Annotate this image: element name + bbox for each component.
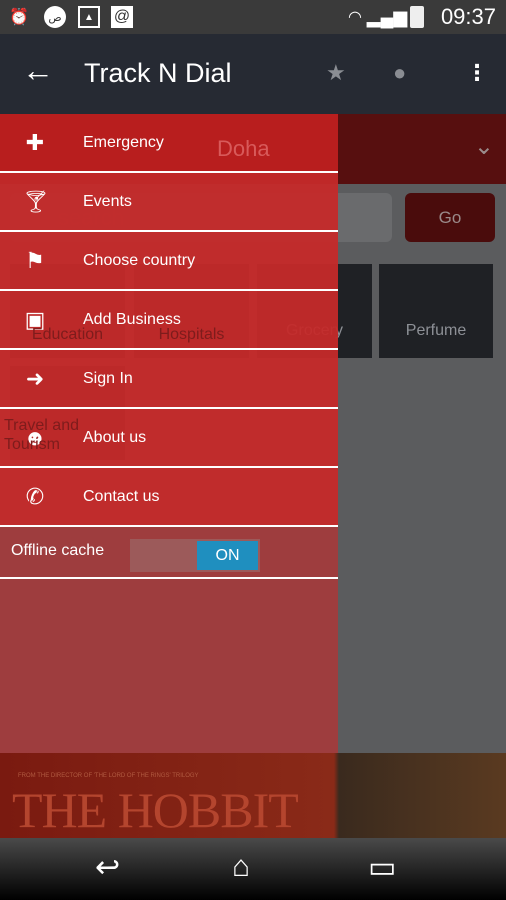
cocktail-icon: 🍸︎ [22, 189, 50, 214]
app-title: Track N Dial [84, 58, 232, 88]
drawer-item-add-business[interactable]: ▣ Add Business [0, 291, 338, 350]
drawer-item-contact-us[interactable]: ✆ Contact us [0, 468, 338, 527]
battery-icon [410, 6, 424, 28]
drawer-item-sign-in[interactable]: ➜ Sign In [0, 350, 338, 409]
navigation-drawer: ✚ Emergency 🍸︎ Events ⚑ Choose country ▣ Add… [0, 114, 338, 753]
offline-cache-toggle[interactable]: ON [130, 539, 260, 572]
star-icon[interactable]: ★ [326, 60, 346, 86]
signal-icon: ▂▄▆ [366, 6, 408, 27]
ad-banner[interactable]: FROM THE DIRECTOR OF 'THE LORD OF THE RI… [0, 753, 506, 838]
drawer-item-label: Events [83, 193, 132, 210]
money-icon: ▣ [24, 307, 46, 332]
offline-cache-row: Offline cache ON [0, 527, 338, 579]
drawer-item-choose-country[interactable]: ⚑ Choose country [0, 232, 338, 291]
drawer-item-label: Contact us [83, 488, 160, 505]
offline-cache-label: Offline cache [11, 542, 105, 559]
image-icon: ▲ [78, 6, 100, 28]
chevron-down-icon[interactable]: ⌄ [474, 132, 494, 161]
drawer-item-emergency[interactable]: ✚ Emergency [0, 114, 338, 173]
sign-in-icon: ➜ [25, 366, 45, 391]
toggle-state: ON [197, 541, 258, 570]
system-nav-bar: ↩ ⌂ ▭ [0, 838, 506, 900]
nav-home-icon[interactable]: ⌂ [232, 850, 250, 884]
alarm-icon: ⏰ [9, 9, 29, 26]
banner-tagline: FROM THE DIRECTOR OF 'THE LORD OF THE RI… [18, 773, 199, 779]
back-arrow-icon[interactable]: ← [22, 52, 54, 89]
user-icon: ☻ [23, 425, 47, 450]
drawer-item-label: Add Business [83, 311, 181, 328]
arabic-keyboard-icon: ص [44, 6, 66, 28]
nav-recents-icon[interactable]: ▭ [368, 850, 396, 885]
drawer-item-label: Emergency [83, 134, 164, 151]
clock: 09:37 [440, 4, 496, 29]
banner-title: THE HOBBIT [12, 782, 299, 838]
ambulance-icon: ✚ [25, 130, 45, 155]
overflow-menu-icon[interactable]: ⋮ [466, 60, 488, 86]
drawer-item-label: About us [83, 429, 147, 446]
drawer-item-events[interactable]: 🍸︎ Events [0, 173, 338, 232]
drawer-item-label: Sign In [83, 370, 133, 387]
category-perfume[interactable]: Perfume [379, 264, 493, 358]
drawer-item-about-us[interactable]: ☻ About us [0, 409, 338, 468]
status-bar: ⏰ ص ▲ @ ◠ ▂▄▆ 09:37 [0, 0, 506, 34]
nav-back-icon[interactable]: ↩ [95, 850, 120, 885]
drawer-item-label: Choose country [83, 252, 196, 269]
wifi-icon: ◠ [348, 9, 362, 26]
email-icon: @ [111, 6, 133, 28]
phone-icon: ✆ [25, 484, 45, 509]
person-icon[interactable]: ● [393, 60, 406, 86]
app-bar: ← Track N Dial ★ ● ⋮ [0, 34, 506, 114]
go-button[interactable]: Go [405, 193, 495, 242]
flag-icon: ⚑ [25, 248, 45, 273]
